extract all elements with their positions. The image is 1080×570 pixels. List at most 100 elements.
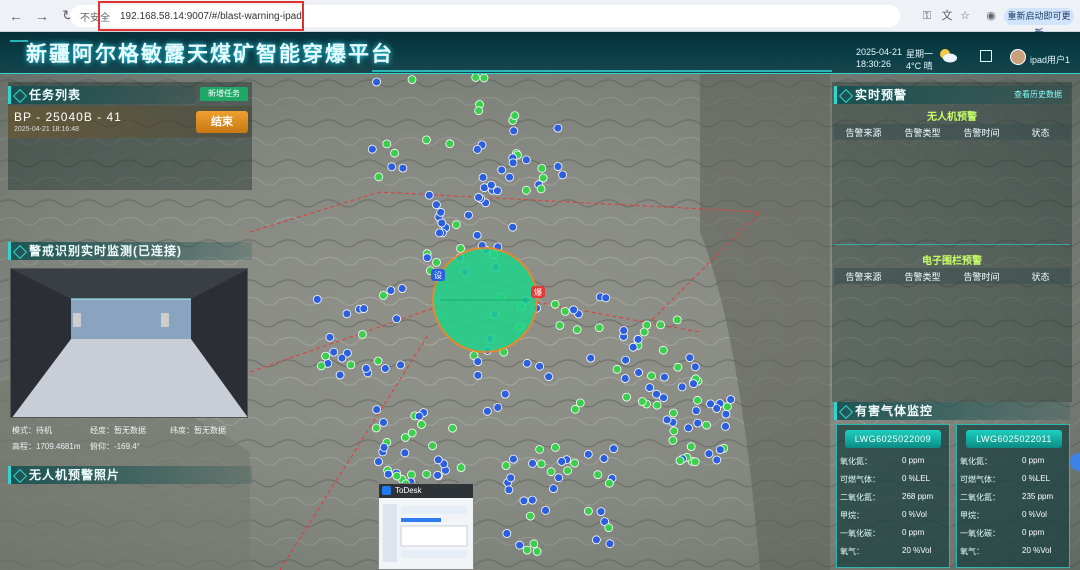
drill-hole-marker-blue[interactable] xyxy=(621,355,630,365)
drill-hole-marker-blue[interactable] xyxy=(605,539,615,549)
drill-hole-marker-blue[interactable] xyxy=(660,372,669,382)
drill-hole-marker-green[interactable] xyxy=(604,478,614,488)
drill-hole-marker-blue[interactable] xyxy=(628,342,638,352)
drill-hole-marker-blue[interactable] xyxy=(367,144,377,154)
drill-hole-marker-blue[interactable] xyxy=(557,457,567,466)
drill-hole-marker-green[interactable] xyxy=(593,470,603,480)
drill-hole-marker-green[interactable] xyxy=(668,436,678,445)
user-name[interactable]: ipad用户1 xyxy=(1030,53,1070,66)
end-task-button[interactable]: 结束 xyxy=(196,111,248,133)
drill-hole-marker-blue[interactable] xyxy=(506,473,516,483)
drill-hole-marker-blue[interactable] xyxy=(361,363,371,373)
drill-hole-marker-green[interactable] xyxy=(639,327,649,337)
drill-hole-marker-green[interactable] xyxy=(536,184,546,194)
drill-hole-marker-blue[interactable] xyxy=(473,370,483,380)
back-icon[interactable]: ← xyxy=(6,6,26,26)
drill-hole-marker-green[interactable] xyxy=(555,321,565,330)
drill-hole-marker-green[interactable] xyxy=(536,459,546,469)
drill-hole-marker-blue[interactable] xyxy=(387,162,397,172)
drill-hole-marker-green[interactable] xyxy=(432,257,441,267)
gas-sensor-id[interactable]: LWG6025022009 xyxy=(845,430,941,448)
drill-hole-marker-blue[interactable] xyxy=(715,445,725,455)
drill-hole-marker-blue[interactable] xyxy=(497,165,507,175)
drill-hole-marker-blue[interactable] xyxy=(493,402,503,412)
drill-hole-marker-blue[interactable] xyxy=(620,374,630,383)
drill-hole-marker-blue[interactable] xyxy=(549,484,558,494)
drill-hole-marker-blue[interactable] xyxy=(492,186,502,196)
drill-hole-marker-green[interactable] xyxy=(357,329,367,339)
profile-icon[interactable]: ◉ xyxy=(984,9,998,23)
drill-hole-marker-green[interactable] xyxy=(647,371,656,381)
drill-hole-marker-green[interactable] xyxy=(371,423,381,433)
drill-hole-marker-blue[interactable] xyxy=(473,357,483,367)
drill-hole-marker-blue[interactable] xyxy=(583,449,593,459)
drill-hole-marker-blue[interactable] xyxy=(312,294,322,304)
drill-hole-marker-blue[interactable] xyxy=(478,172,488,182)
drill-hole-marker-blue[interactable] xyxy=(693,418,703,428)
drill-hole-marker-green[interactable] xyxy=(407,75,417,84)
drill-hole-marker-blue[interactable] xyxy=(472,230,482,240)
drill-hole-marker-blue[interactable] xyxy=(712,455,722,465)
drill-hole-marker-blue[interactable] xyxy=(380,364,390,373)
site-label-marker[interactable]: 设 xyxy=(431,269,445,281)
drill-hole-marker-blue[interactable] xyxy=(325,332,335,342)
drill-hole-marker-blue[interactable] xyxy=(662,415,672,425)
drill-hole-marker-blue[interactable] xyxy=(508,158,518,168)
drill-hole-marker-blue[interactable] xyxy=(433,455,443,465)
drill-hole-marker-green[interactable] xyxy=(373,356,383,366)
drill-hole-marker-blue[interactable] xyxy=(592,535,601,545)
drill-hole-marker-blue[interactable] xyxy=(414,411,424,421)
drill-hole-marker-green[interactable] xyxy=(669,408,678,418)
drill-hole-marker-green[interactable] xyxy=(471,73,481,82)
drill-hole-marker-blue[interactable] xyxy=(397,284,407,293)
drill-hole-marker-blue[interactable] xyxy=(553,162,563,171)
drill-hole-marker-blue[interactable] xyxy=(400,448,410,458)
new-task-button[interactable]: 新增任务 xyxy=(200,87,248,101)
drill-hole-marker-blue[interactable] xyxy=(505,172,515,182)
drill-hole-marker-blue[interactable] xyxy=(685,353,695,363)
drill-hole-marker-blue[interactable] xyxy=(528,458,537,468)
drill-hole-marker-green[interactable] xyxy=(594,323,604,333)
drill-hole-marker-blue[interactable] xyxy=(558,170,567,180)
drill-hole-marker-blue[interactable] xyxy=(633,334,643,344)
drill-hole-marker-blue[interactable] xyxy=(684,423,693,433)
drill-hole-marker-green[interactable] xyxy=(400,433,410,442)
drill-hole-marker-green[interactable] xyxy=(652,400,662,410)
drill-hole-marker-green[interactable] xyxy=(672,315,682,325)
drill-hole-marker-blue[interactable] xyxy=(596,507,606,517)
drill-hole-marker-blue[interactable] xyxy=(359,304,369,314)
drill-hole-marker-green[interactable] xyxy=(382,139,392,149)
drill-hole-marker-blue[interactable] xyxy=(392,314,402,324)
drill-hole-marker-blue[interactable] xyxy=(554,473,564,483)
drill-hole-marker-green[interactable] xyxy=(445,139,455,149)
drill-hole-marker-green[interactable] xyxy=(417,420,426,429)
drill-hole-marker-blue[interactable] xyxy=(374,457,383,467)
drill-hole-marker-green[interactable] xyxy=(551,442,560,452)
drill-hole-marker-blue[interactable] xyxy=(535,361,544,371)
drill-hole-marker-green[interactable] xyxy=(656,320,665,330)
drill-hole-marker-blue[interactable] xyxy=(379,442,389,452)
drill-hole-marker-green[interactable] xyxy=(448,423,457,433)
drill-hole-marker-blue[interactable] xyxy=(508,222,518,232)
star-icon[interactable]: ☆ xyxy=(958,9,972,23)
drill-hole-marker-blue[interactable] xyxy=(379,417,388,427)
todesk-titlebar[interactable]: ToDesk xyxy=(379,484,473,498)
drill-hole-marker-blue[interactable] xyxy=(431,200,441,210)
drill-hole-marker-blue[interactable] xyxy=(509,454,518,464)
blast-label-marker[interactable]: 爆 xyxy=(531,286,545,298)
history-link[interactable]: 查看历史数据 xyxy=(1014,89,1062,100)
drill-hole-marker-blue[interactable] xyxy=(422,253,432,263)
drill-hole-marker-blue[interactable] xyxy=(500,389,510,399)
drill-hole-marker-blue[interactable] xyxy=(436,207,446,217)
drill-hole-marker-green[interactable] xyxy=(535,444,544,454)
drill-hole-marker-blue[interactable] xyxy=(553,123,563,133)
drill-hole-marker-blue[interactable] xyxy=(433,470,443,480)
drill-hole-marker-green[interactable] xyxy=(538,173,548,183)
drill-hole-marker-blue[interactable] xyxy=(652,389,661,399)
drill-hole-marker-blue[interactable] xyxy=(424,190,434,200)
drill-hole-marker-blue[interactable] xyxy=(712,404,722,413)
drill-hole-marker-green[interactable] xyxy=(451,220,461,230)
drill-hole-marker-green[interactable] xyxy=(392,471,402,481)
drill-hole-marker-blue[interactable] xyxy=(704,449,714,459)
drill-hole-marker-blue[interactable] xyxy=(691,406,701,416)
